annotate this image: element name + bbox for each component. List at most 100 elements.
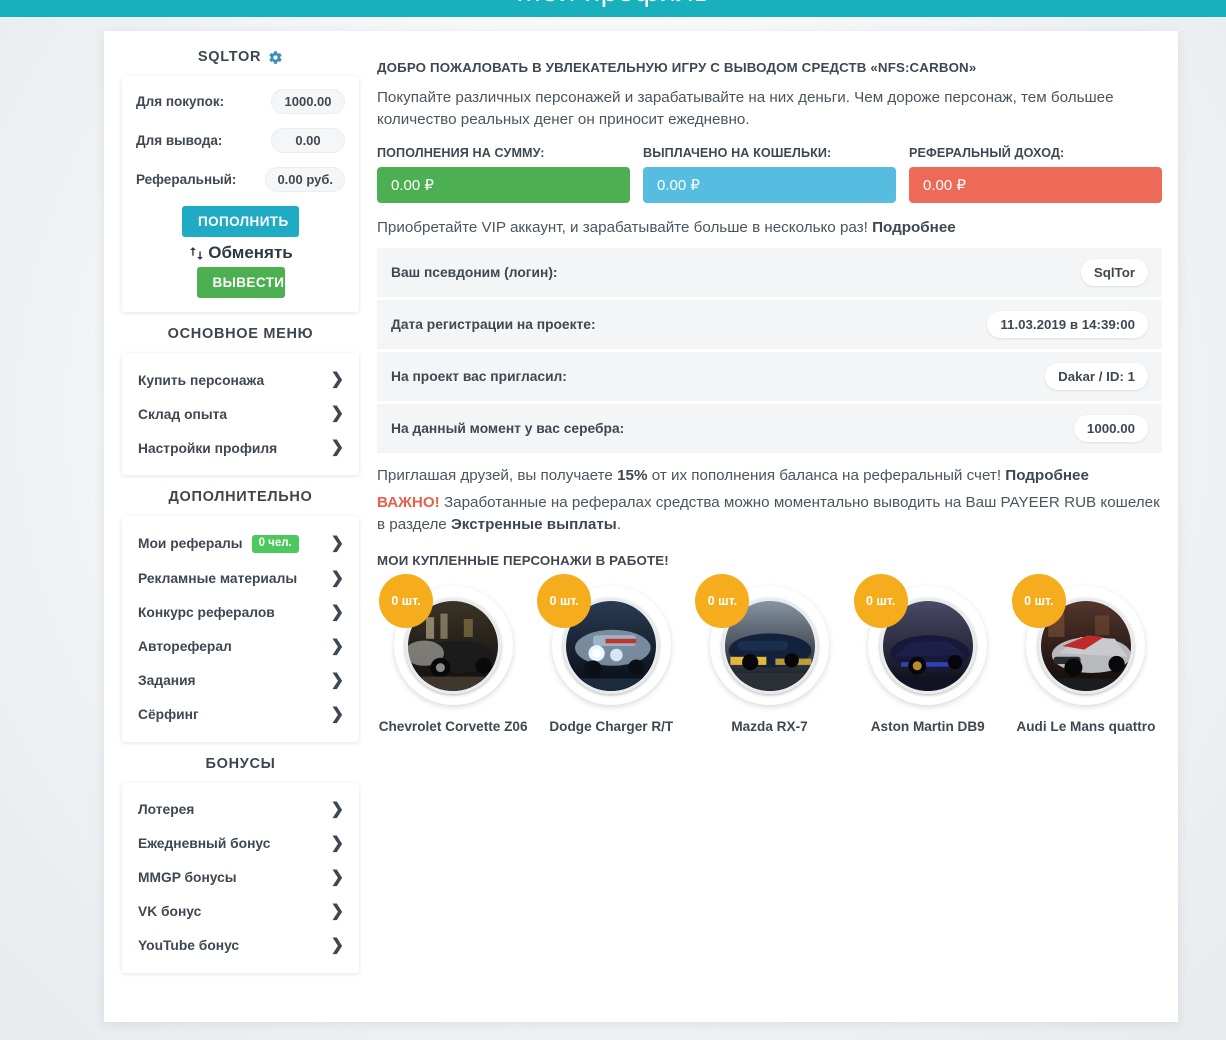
balance-label: Реферальный:	[136, 172, 237, 187]
sidebar-item-label: Конкурс рефералов	[138, 605, 275, 620]
list-item[interactable]: 0 шт. Chevrolet Corvette Z06	[377, 574, 529, 735]
info-value: SqlTor	[1080, 259, 1148, 287]
sidebar-item-label: Автореферал	[138, 639, 232, 654]
stat-value: 0.00 ₽	[643, 167, 896, 204]
sidebar-item-vk-bonus[interactable]: VK бонус ❯	[122, 895, 359, 929]
stat-deposits: ПОПОЛНЕНИЯ НА СУММУ: 0.00 ₽	[377, 146, 630, 204]
sidebar: SQLTOR Для покупок: 1000.00 Для вывода: …	[122, 45, 359, 973]
sidebar-item-experience-storage[interactable]: Склад опыта ❯	[122, 397, 359, 431]
important-text-tail: .	[616, 516, 621, 534]
chevron-right-icon: ❯	[330, 439, 344, 456]
cars-section-title: МОИ КУПЛЕННЫЕ ПЕРСОНАЖИ В РАБОТЕ!	[377, 553, 669, 569]
balance-row: Для вывода: 0.00	[136, 128, 345, 153]
referral-percent-line: Приглашая друзей, вы получаете 15% от их…	[377, 467, 1162, 484]
chevron-right-icon: ❯	[330, 603, 344, 621]
sidebar-item-promo-materials[interactable]: Рекламные материалы ❯	[122, 562, 359, 596]
stat-label: ВЫПЛАЧЕНО НА КОШЕЛЬКИ:	[643, 146, 832, 161]
topup-button[interactable]: ПОПОЛНИТЬ	[182, 206, 299, 237]
balance-value: 0.00	[271, 128, 345, 153]
sidebar-item-mmgp-bonuses[interactable]: MMGP бонусы ❯	[122, 861, 359, 895]
chevron-right-icon: ❯	[330, 405, 344, 422]
sidebar-item-label: Сёрфинг	[138, 707, 199, 722]
table-row: Дата регистрации на проекте: 11.03.2019 …	[377, 300, 1162, 353]
balance-label: Для вывода:	[136, 133, 223, 148]
referral-text-end: от их пополнения баланса на реферальный …	[647, 467, 1006, 485]
section-title-bonuses: БОНУСЫ	[205, 755, 276, 772]
vip-more-link[interactable]: Подробнее	[872, 219, 956, 236]
chevron-right-icon: ❯	[330, 671, 344, 689]
chevron-right-icon: ❯	[330, 868, 344, 886]
section-title-main-menu: ОСНОВНОЕ МЕНЮ	[167, 326, 314, 342]
list-item[interactable]: 0 шт. Audi Le Mans quattro	[1010, 574, 1162, 735]
section-title-additional: ДОПОЛНИТЕЛЬНО	[168, 489, 313, 505]
info-value: 11.03.2019 в 14:39:00	[987, 311, 1148, 339]
stat-payouts: ВЫПЛАЧЕНО НА КОШЕЛЬКИ: 0.00 ₽	[643, 146, 896, 204]
emergency-payouts-link[interactable]: Экстренные выплаты	[451, 516, 617, 533]
sidebar-item-label: Ежедневный бонус	[138, 836, 271, 851]
balance-row: Для покупок: 1000.00	[136, 89, 345, 114]
sidebar-item-daily-bonus[interactable]: Ежедневный бонус ❯	[122, 827, 359, 861]
main-menu-card: Купить персонажа ❯ Склад опыта ❯ Настрой…	[122, 353, 359, 475]
sidebar-item-label: VK бонус	[138, 904, 202, 919]
sidebar-item-tasks[interactable]: Задания ❯	[122, 664, 359, 698]
sidebar-item-label: MMGP бонусы	[138, 870, 237, 885]
info-label: На данный момент у вас серебра:	[391, 421, 625, 437]
stat-label: РЕФЕРАЛЬНЫЙ ДОХОД:	[909, 146, 1065, 161]
chevron-right-icon: ❯	[330, 800, 344, 818]
balance-row: Реферальный: 0.00 руб.	[136, 167, 345, 192]
referral-text-start: Приглашая друзей, вы получаете	[377, 467, 618, 485]
sidebar-item-label: YouTube бонус	[138, 938, 240, 953]
sidebar-item-label: Лотерея	[138, 802, 195, 817]
balance-label: Для покупок:	[136, 94, 225, 109]
balance-card: Для покупок: 1000.00 Для вывода: 0.00 Ре…	[122, 76, 359, 312]
bonuses-menu-card: Лотерея ❯ Ежедневный бонус ❯ MMGP бонусы…	[122, 782, 359, 973]
list-item[interactable]: 0 шт. Dodge Charger R/T	[535, 574, 687, 735]
sidebar-item-my-referrals[interactable]: Мои рефералы 0 чел. ❯	[122, 526, 359, 562]
swap-arrows-icon	[188, 245, 205, 262]
exchange-label: Обменять	[208, 243, 293, 262]
main-content-container: SQLTOR Для покупок: 1000.00 Для вывода: …	[104, 31, 1178, 1022]
main-panel: ДОБРО ПОЖАЛОВАТЬ В УВЛЕКАТЕЛЬНУЮ ИГРУ С …	[377, 45, 1162, 973]
referral-more-link[interactable]: Подробнее	[1005, 467, 1089, 484]
important-notice: ВАЖНО! Заработанные на рефералах средств…	[377, 492, 1162, 536]
list-item[interactable]: 0 шт. Aston Martin DB9	[852, 574, 1004, 735]
chevron-right-icon: ❯	[330, 936, 344, 954]
page-title: Мой профиль	[0, 0, 1226, 9]
sidebar-item-buy-character[interactable]: Купить персонажа ❯	[122, 363, 359, 397]
withdraw-button[interactable]: ВЫВЕСТИ	[196, 267, 285, 298]
vip-promo-line: Приобретайте VIP аккаунт, и зарабатывайт…	[377, 219, 1162, 236]
character-quantity-badge: 0 шт.	[853, 574, 908, 629]
important-badge: ВАЖНО!	[377, 494, 440, 512]
info-label: Дата регистрации на проекте:	[391, 317, 596, 333]
additional-menu-card: Мои рефералы 0 чел. ❯ Рекламные материал…	[122, 516, 359, 742]
sidebar-item-autoreferral[interactable]: Автореферал ❯	[122, 630, 359, 664]
list-item[interactable]: 0 шт. Mazda RX-7	[693, 574, 845, 735]
table-row: На проект вас пригласил: Dakar / ID: 1	[377, 352, 1162, 405]
info-value: 1000.00	[1073, 415, 1148, 443]
sidebar-item-label: Настройки профиля	[138, 440, 278, 456]
sidebar-item-label: Купить персонажа	[138, 372, 265, 388]
chevron-right-icon: ❯	[330, 902, 344, 920]
stat-referral-income: РЕФЕРАЛЬНЫЙ ДОХОД: 0.00 ₽	[909, 146, 1162, 204]
sidebar-item-lottery[interactable]: Лотерея ❯	[122, 793, 359, 827]
table-row: Ваш псевдоним (логин): SqlTor	[377, 248, 1162, 301]
sidebar-item-referral-contest[interactable]: Конкурс рефералов ❯	[122, 596, 359, 630]
top-header-bar: Мой профиль	[0, 0, 1226, 17]
sidebar-item-profile-settings[interactable]: Настройки профиля ❯	[122, 431, 359, 465]
sidebar-item-label: Склад опыта	[138, 406, 228, 422]
purchased-characters-list: 0 шт. Chevrolet Corvette Z06 0 шт. Dodge…	[377, 574, 1162, 735]
character-name: Chevrolet Corvette Z06	[378, 719, 528, 735]
character-quantity-badge: 0 шт.	[537, 574, 592, 629]
exchange-link[interactable]: Обменять	[136, 243, 345, 263]
vip-promo-text: Приобретайте VIP аккаунт, и зарабатывайт…	[377, 219, 873, 237]
sidebar-item-surfing[interactable]: Сёрфинг ❯	[122, 698, 359, 732]
chevron-right-icon: ❯	[330, 534, 344, 552]
gear-icon[interactable]	[268, 50, 283, 65]
info-label: На проект вас пригласил:	[391, 369, 567, 385]
sidebar-item-youtube-bonus[interactable]: YouTube бонус ❯	[122, 929, 359, 963]
brand-name: SQLTOR	[197, 49, 262, 65]
table-row: На данный момент у вас серебра: 1000.00	[377, 404, 1162, 454]
stats-row: ПОПОЛНЕНИЯ НА СУММУ: 0.00 ₽ ВЫПЛАЧЕНО НА…	[377, 146, 1162, 204]
info-label: Ваш псевдоним (логин):	[391, 265, 558, 281]
character-name: Dodge Charger R/T	[549, 719, 674, 735]
